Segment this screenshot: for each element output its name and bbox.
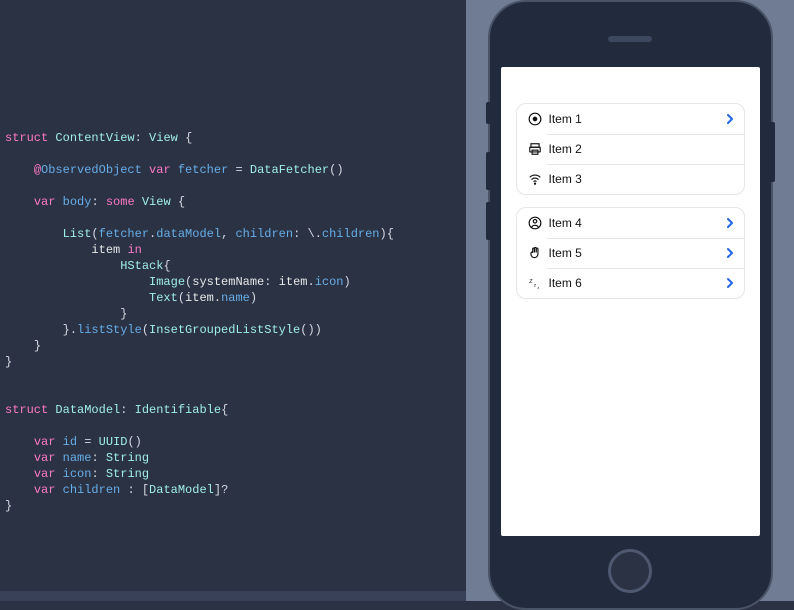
list-group: Item 4 Item 5 ZzzItem 6 bbox=[516, 207, 745, 299]
zzz-icon: Zzz bbox=[525, 276, 545, 290]
code-line: var icon: String bbox=[5, 466, 466, 482]
chevron-right-icon bbox=[726, 217, 734, 229]
list-row-label: Item 4 bbox=[545, 216, 726, 230]
code-line: var body: some View { bbox=[5, 194, 466, 210]
code-line: struct DataModel: Identifiable{ bbox=[5, 402, 466, 418]
code-line: @ObservedObject var fetcher = DataFetche… bbox=[5, 162, 466, 178]
list-row[interactable]: Item 1 bbox=[517, 104, 744, 134]
code-line: } bbox=[5, 306, 466, 322]
code-line: Text(item.name) bbox=[5, 290, 466, 306]
code-line: var name: String bbox=[5, 450, 466, 466]
person-circle-icon bbox=[525, 216, 545, 230]
list-row[interactable]: Item 4 bbox=[517, 208, 744, 238]
code-line: Image(systemName: item.icon) bbox=[5, 274, 466, 290]
code-line bbox=[5, 386, 466, 402]
code-line bbox=[5, 114, 466, 130]
list-row-label: Item 6 bbox=[545, 276, 726, 290]
list-row[interactable]: Item 3 bbox=[517, 164, 744, 194]
code-content: struct ContentView: View { @ObservedObje… bbox=[5, 98, 466, 514]
wifi-icon bbox=[525, 172, 545, 186]
code-line bbox=[5, 98, 466, 114]
list-row[interactable]: Item 2 bbox=[517, 134, 744, 164]
svg-text:Z: Z bbox=[529, 279, 533, 285]
list-row[interactable]: ZzzItem 6 bbox=[517, 268, 744, 298]
preview-pane: Item 1 Item 2 Item 3 Item 4 Item 5 ZzzItem 6 bbox=[466, 0, 794, 601]
recordingtape-icon bbox=[525, 112, 545, 126]
code-line bbox=[5, 210, 466, 226]
phone-speaker bbox=[608, 36, 652, 42]
svg-text:z: z bbox=[533, 283, 536, 288]
code-line: } bbox=[5, 338, 466, 354]
code-line bbox=[5, 146, 466, 162]
code-line: }.listStyle(InsetGroupedListStyle()) bbox=[5, 322, 466, 338]
list-row[interactable]: Item 5 bbox=[517, 238, 744, 268]
list-row-label: Item 5 bbox=[545, 246, 726, 260]
hand-raised-icon bbox=[525, 246, 545, 260]
list-group: Item 1 Item 2 Item 3 bbox=[516, 103, 745, 195]
svg-text:z: z bbox=[537, 286, 539, 290]
code-line: var children : [DataModel]? bbox=[5, 482, 466, 498]
chevron-right-icon bbox=[726, 247, 734, 259]
code-line: item in bbox=[5, 242, 466, 258]
chevron-right-icon bbox=[726, 277, 734, 289]
code-line: struct ContentView: View { bbox=[5, 130, 466, 146]
list-row-label: Item 2 bbox=[545, 142, 734, 156]
code-line bbox=[5, 370, 466, 386]
printer-icon bbox=[525, 142, 545, 156]
phone-screen: Item 1 Item 2 Item 3 Item 4 Item 5 ZzzItem 6 bbox=[501, 67, 760, 536]
code-line: } bbox=[5, 354, 466, 370]
chevron-right-icon bbox=[726, 113, 734, 125]
code-line: var id = UUID() bbox=[5, 434, 466, 450]
code-line: } bbox=[5, 498, 466, 514]
code-line: HStack{ bbox=[5, 258, 466, 274]
list-row-label: Item 3 bbox=[545, 172, 734, 186]
home-button[interactable] bbox=[608, 549, 652, 593]
phone-frame: Item 1 Item 2 Item 3 Item 4 Item 5 ZzzItem 6 bbox=[488, 0, 773, 610]
code-line bbox=[5, 418, 466, 434]
code-editor[interactable]: struct ContentView: View { @ObservedObje… bbox=[0, 0, 466, 601]
list-row-label: Item 1 bbox=[545, 112, 726, 126]
code-line: List(fetcher.dataModel, children: \.chil… bbox=[5, 226, 466, 242]
code-line bbox=[5, 178, 466, 194]
